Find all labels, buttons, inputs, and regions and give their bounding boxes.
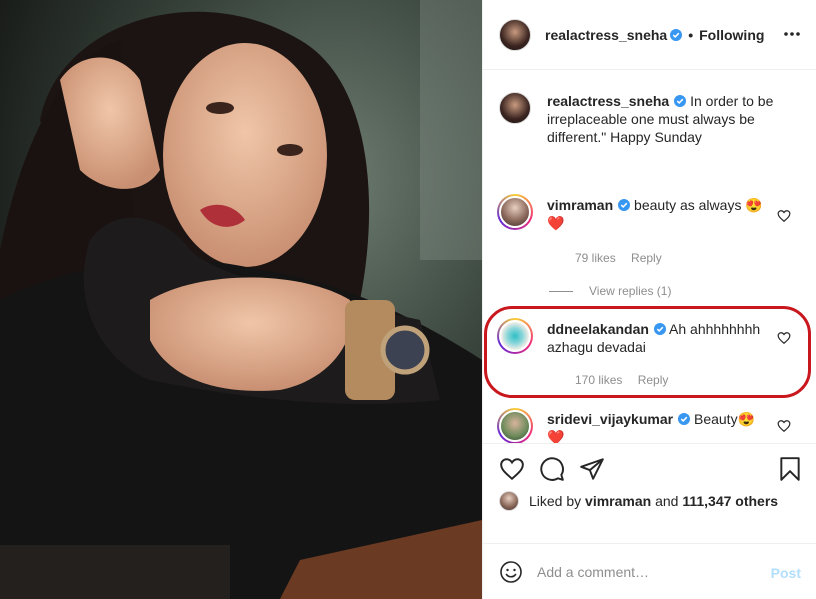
liked-by-conj: and [655,493,679,509]
following-button[interactable]: Following [699,27,764,43]
comment-text-block: ddneelakandan Ah ahhhhhhhh azhagu devada… [547,320,763,356]
comment-text-block: vimraman beauty as always 😍 ❤️ [547,196,763,232]
comment-likes[interactable]: 170 likes [575,373,622,387]
commenter-avatar[interactable] [497,194,533,230]
reply-button[interactable]: Reply [638,373,669,387]
comment-meta: 170 likes Reply [575,373,680,387]
commenter-avatar[interactable] [497,318,533,354]
caption-text-block: realactress_sneha In order to be irrepla… [547,92,777,146]
comments-list[interactable]: realactress_sneha In order to be irrepla… [483,71,816,443]
liked-by-user[interactable]: vimraman [585,493,651,509]
comment-item: sridevi_vijaykumar Beauty😍 ❤️ [497,408,801,443]
comment-text-block: sridevi_vijaykumar Beauty😍 ❤️ [547,410,763,443]
comment-input[interactable] [537,563,763,580]
verified-badge-icon [670,28,683,41]
add-comment-bar: Post [483,543,816,599]
author-info: realactress_sneha • Following [545,27,764,43]
post-side-panel: realactress_sneha • Following realactres… [482,0,816,599]
post-photo[interactable] [0,0,482,599]
liked-by-others[interactable]: 111,347 others [682,493,778,509]
verified-badge-icon [678,413,691,425]
author-username[interactable]: realactress_sneha [545,27,667,43]
comment-likes[interactable]: 79 likes [575,251,616,265]
verified-badge-icon [618,199,631,211]
comment-username[interactable]: sridevi_vijaykumar [547,411,673,427]
caption-author[interactable]: realactress_sneha [547,93,669,109]
post-button[interactable]: Post [771,565,801,581]
commenter-avatar[interactable] [497,408,533,443]
more-options-icon[interactable] [783,24,801,44]
comment-icon[interactable] [539,456,565,482]
emoji-icon[interactable] [499,560,523,584]
verified-badge-icon [653,323,666,335]
comment-username[interactable]: ddneelakandan [547,321,649,337]
share-icon[interactable] [579,456,605,482]
separator-dot: • [688,26,694,43]
heart-icon[interactable] [777,419,791,433]
caption-author-avatar[interactable] [499,92,531,124]
liked-by-prefix: Liked by [529,493,582,509]
reply-button[interactable]: Reply [631,251,662,265]
bookmark-icon[interactable] [777,456,803,482]
comment-item-highlighted: ddneelakandan Ah ahhhhhhhh azhagu devada… [497,318,801,356]
comment-item: vimraman beauty as always 😍 ❤️ [497,194,801,232]
heart-icon[interactable] [777,209,791,223]
liker-avatar[interactable] [499,491,519,511]
heart-icon[interactable] [777,331,791,345]
liked-by-summary: Liked by vimraman and 111,347 others [499,491,778,511]
verified-badge-icon [674,95,687,107]
view-replies[interactable]: View replies (1) [549,284,683,298]
caption: realactress_sneha In order to be irrepla… [499,92,801,146]
comment-meta: 79 likes Reply [575,251,674,265]
action-bar: Liked by vimraman and 111,347 others [483,443,816,543]
replies-divider [549,291,573,293]
post-photo-illustration [0,0,482,599]
heart-icon[interactable] [499,456,525,482]
post-header: realactress_sneha • Following [483,0,816,70]
liked-by-text: Liked by vimraman and 111,347 others [529,493,778,509]
author-avatar[interactable] [499,18,531,51]
view-replies-label[interactable]: View replies (1) [589,284,671,298]
comment-username[interactable]: vimraman [547,197,613,213]
